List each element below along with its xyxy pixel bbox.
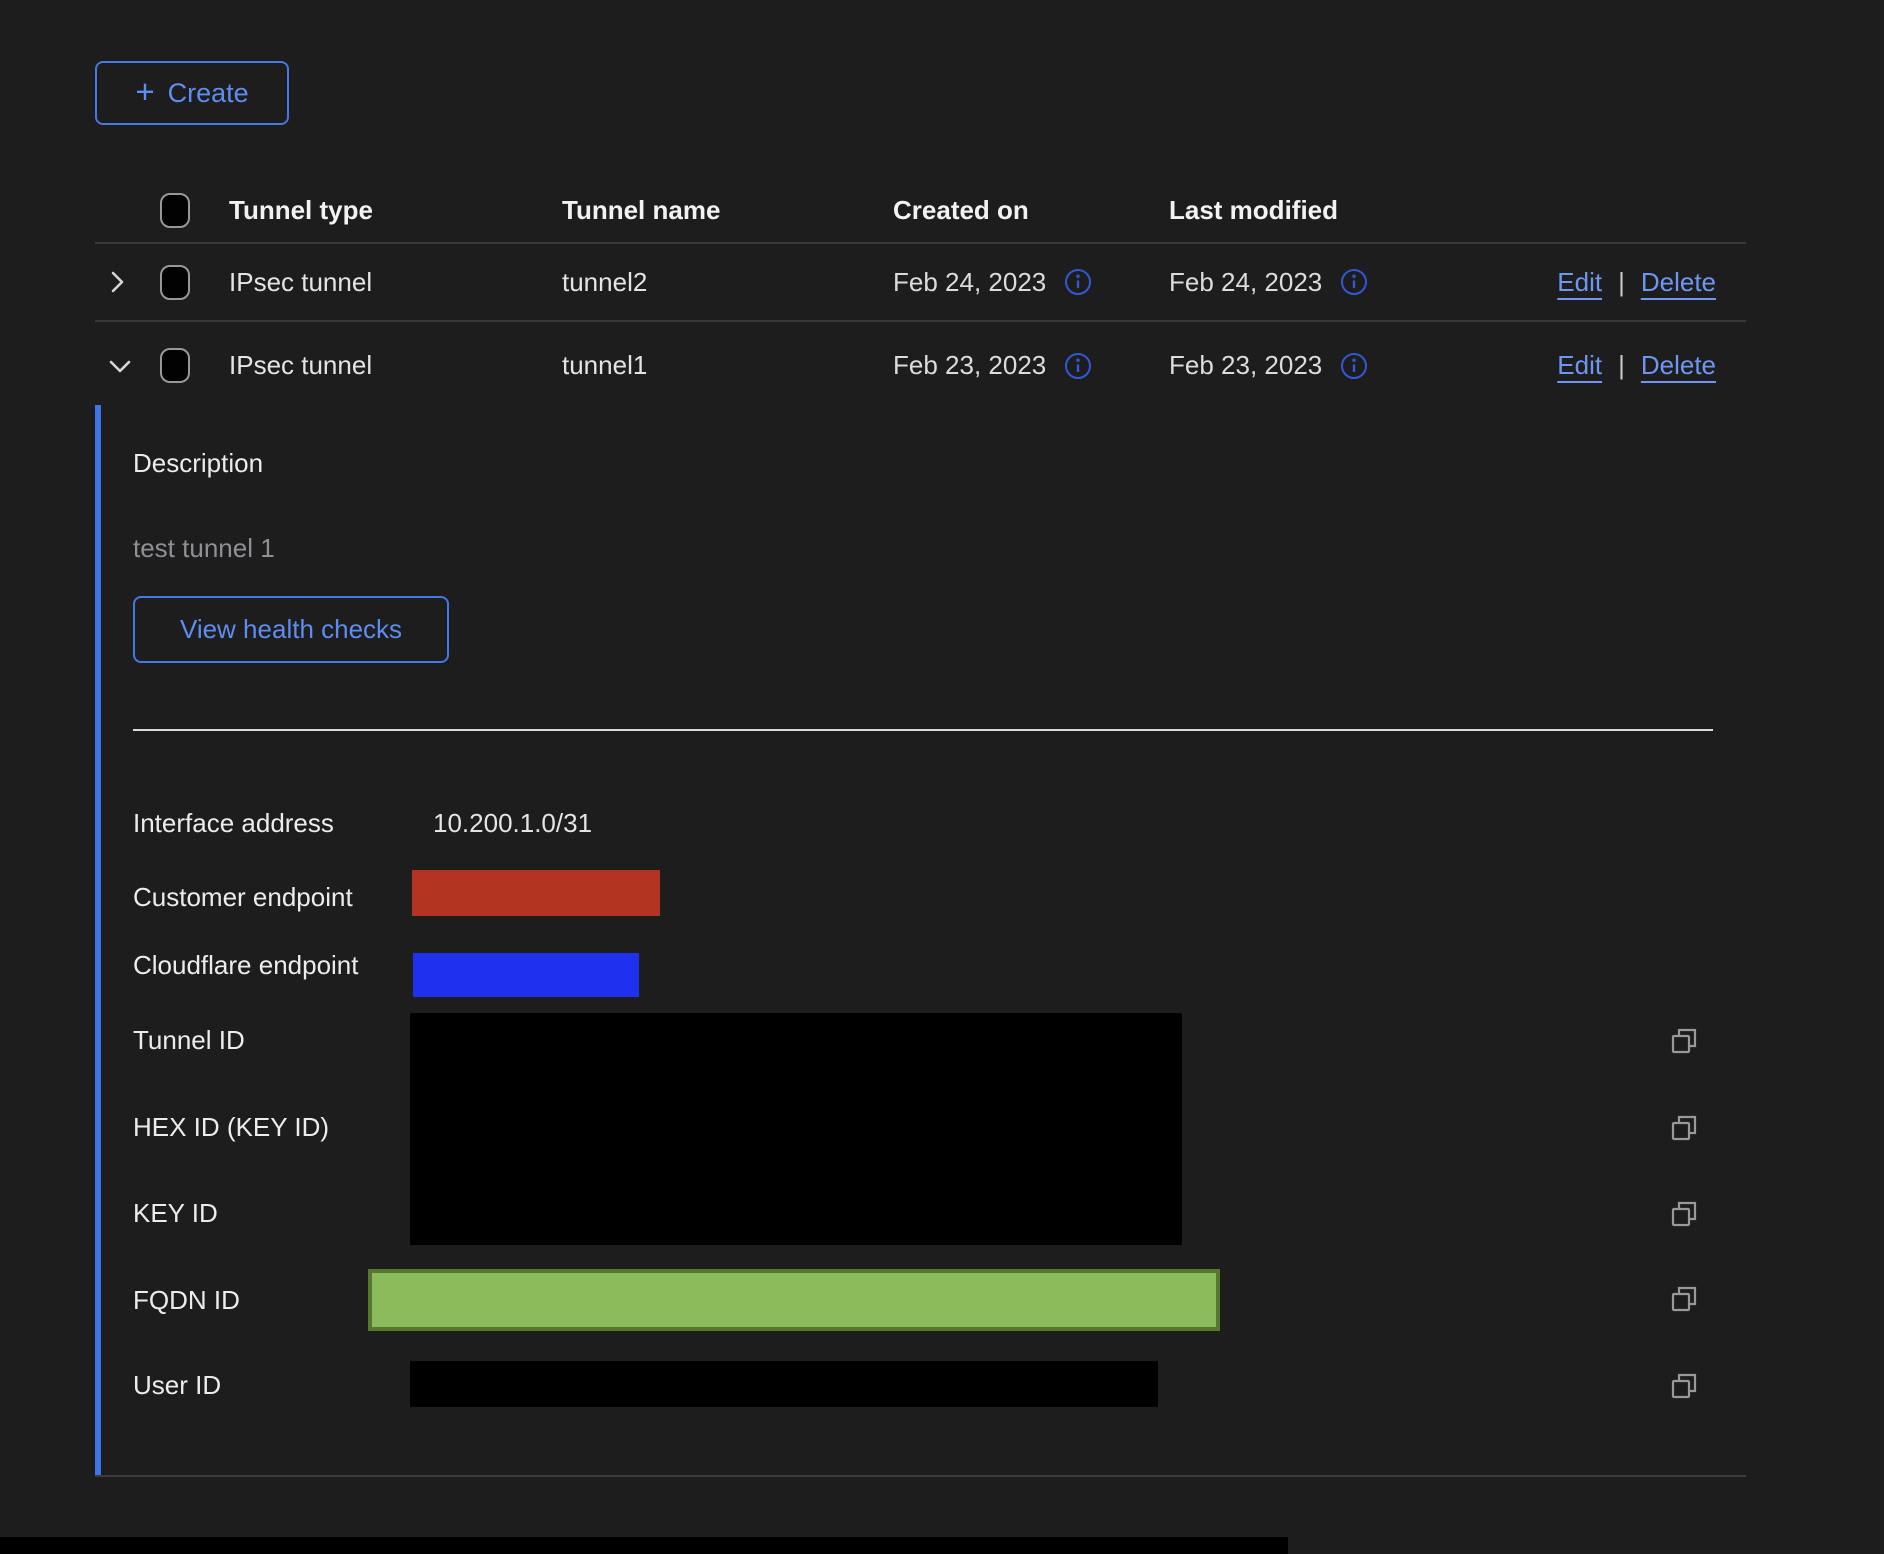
table-bottom-divider [95, 1475, 1746, 1477]
tunnels-table: Tunnel type Tunnel name Created on Last … [95, 178, 1746, 409]
hex-id-label: HEX ID (KEY ID) [133, 1111, 329, 1143]
info-icon[interactable] [1340, 352, 1368, 380]
description-label: Description [133, 447, 263, 479]
expanded-row-indicator-bar [95, 405, 101, 1475]
table-row-tunnel2: IPsec tunnel tunnel2 Feb 24, 2023 Feb 24… [95, 244, 1746, 322]
edit-link[interactable]: Edit [1557, 350, 1602, 381]
info-icon[interactable] [1064, 268, 1092, 296]
table-row-tunnel1: IPsec tunnel tunnel1 Feb 23, 2023 Feb 23… [95, 322, 1746, 409]
chevron-down-icon[interactable] [105, 353, 135, 379]
create-button[interactable]: + Create [95, 61, 289, 125]
cloudflare-endpoint-redacted-value [413, 953, 639, 997]
cloudflare-endpoint-label: Cloudflare endpoint [133, 949, 359, 981]
create-button-label: Create [168, 78, 249, 109]
action-separator: | [1618, 267, 1625, 298]
action-separator: | [1618, 350, 1625, 381]
column-header-tunnel-name: Tunnel name [562, 195, 893, 226]
chevron-right-icon[interactable] [105, 267, 129, 297]
user-id-redacted-value [410, 1361, 1158, 1407]
tunnel-name-cell: tunnel2 [562, 267, 893, 298]
user-id-label: User ID [133, 1369, 221, 1401]
delete-link[interactable]: Delete [1641, 267, 1716, 298]
section-divider [133, 729, 1713, 731]
interface-address-value: 10.200.1.0/31 [433, 807, 592, 839]
info-icon[interactable] [1340, 268, 1368, 296]
view-health-checks-button[interactable]: View health checks [133, 596, 449, 663]
table-header-row: Tunnel type Tunnel name Created on Last … [95, 178, 1746, 244]
last-modified-value: Feb 24, 2023 [1169, 267, 1322, 298]
tunnel-name-cell: tunnel1 [562, 350, 893, 381]
tunnel-id-label: Tunnel ID [133, 1024, 245, 1056]
tunnels-page: + Create Tunnel type Tunnel name Created… [0, 0, 1884, 1554]
plus-icon: + [135, 75, 154, 108]
last-modified-value: Feb 23, 2023 [1169, 350, 1322, 381]
created-on-value: Feb 24, 2023 [893, 267, 1046, 298]
select-all-checkbox[interactable] [160, 193, 190, 228]
copy-icon[interactable] [1667, 1111, 1701, 1145]
column-header-tunnel-type: Tunnel type [229, 195, 562, 226]
copy-icon[interactable] [1667, 1369, 1701, 1403]
tunnel-type-cell: IPsec tunnel [229, 350, 562, 381]
customer-endpoint-redacted-value [412, 870, 660, 916]
row-checkbox[interactable] [160, 348, 190, 383]
interface-address-label: Interface address [133, 807, 334, 839]
customer-endpoint-label: Customer endpoint [133, 881, 353, 913]
description-value: test tunnel 1 [133, 532, 275, 564]
ids-redacted-value [410, 1013, 1182, 1245]
created-on-value: Feb 23, 2023 [893, 350, 1046, 381]
expanded-tunnel-details: Description test tunnel 1 View health ch… [95, 405, 1746, 1477]
column-header-last-modified: Last modified [1169, 195, 1540, 226]
edit-link[interactable]: Edit [1557, 267, 1602, 298]
fqdn-id-redacted-value [368, 1269, 1220, 1331]
info-icon[interactable] [1064, 352, 1092, 380]
copy-icon[interactable] [1667, 1024, 1701, 1058]
copy-icon[interactable] [1667, 1197, 1701, 1231]
bottom-redaction-strip [0, 1537, 1288, 1554]
row-checkbox[interactable] [160, 265, 190, 300]
key-id-label: KEY ID [133, 1197, 218, 1229]
tunnel-type-cell: IPsec tunnel [229, 267, 562, 298]
column-header-created-on: Created on [893, 195, 1169, 226]
copy-icon[interactable] [1667, 1282, 1701, 1316]
fqdn-id-label: FQDN ID [133, 1284, 240, 1316]
delete-link[interactable]: Delete [1641, 350, 1716, 381]
